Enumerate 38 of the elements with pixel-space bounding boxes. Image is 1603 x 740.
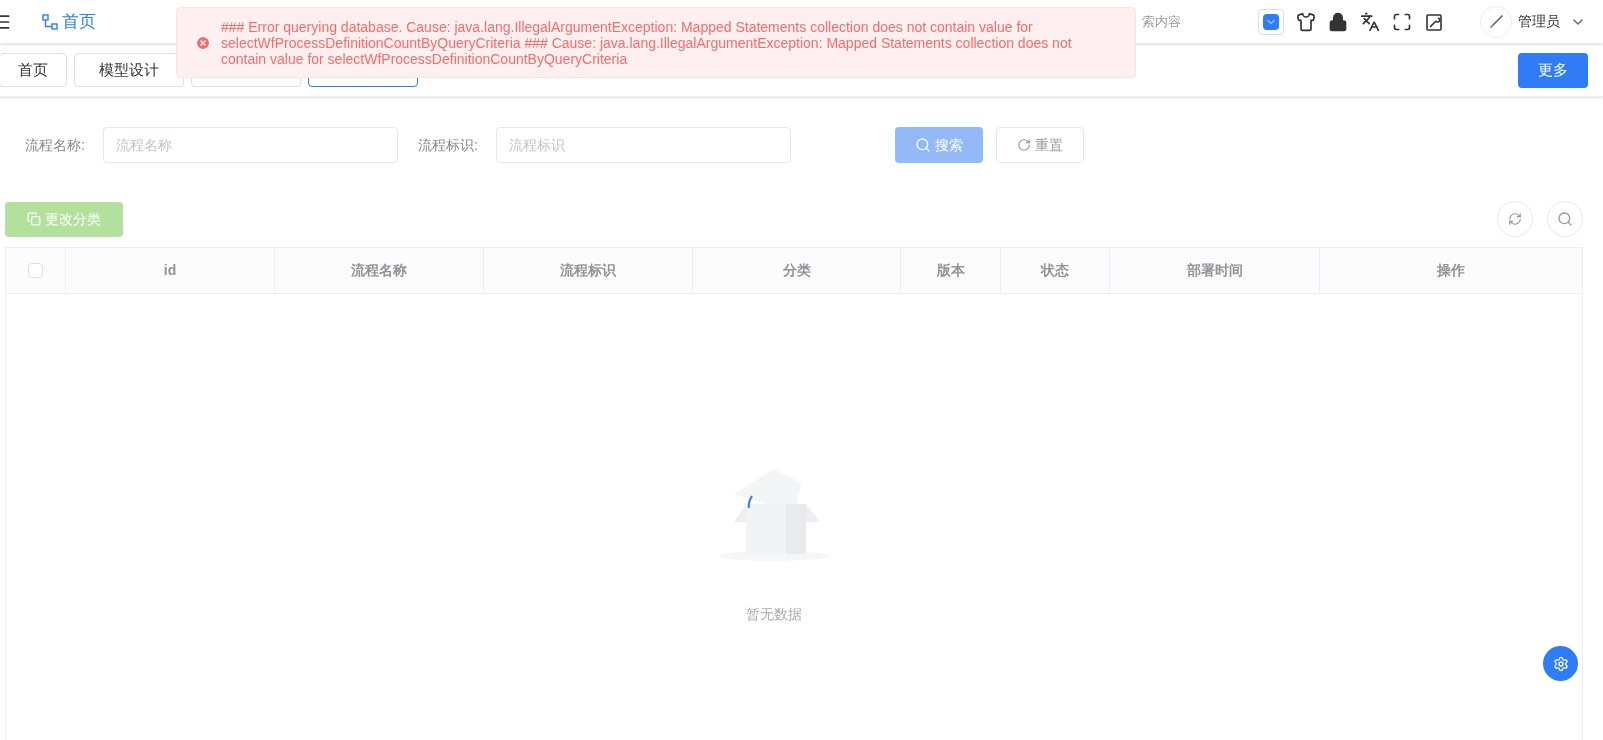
settings-icon [1552, 655, 1569, 672]
settings-button[interactable] [1543, 646, 1578, 681]
search-button[interactable]: 搜索 [895, 127, 983, 163]
reset-icon [1017, 138, 1031, 152]
shirt-icon[interactable] [1296, 11, 1316, 32]
refresh-icon [1508, 212, 1522, 226]
user-name[interactable]: 管理员 [1518, 11, 1560, 32]
column-header: 流程名称 [351, 261, 407, 280]
theme-color-picker[interactable] [1258, 8, 1284, 35]
column-header: 操作 [1437, 261, 1465, 280]
tab[interactable]: 首页 [0, 53, 67, 87]
column-header: 分类 [782, 261, 811, 280]
copy-icon [27, 212, 41, 226]
hierarchy-icon [42, 13, 58, 30]
search-icon [915, 137, 931, 153]
search-icon [1557, 211, 1573, 227]
reset-button[interactable]: 重置 [996, 127, 1084, 163]
column-header: 流程标识 [560, 261, 616, 280]
text-field[interactable]: 流程标识 [496, 127, 791, 163]
tab[interactable]: 模型设计 [74, 53, 184, 87]
lock-icon[interactable] [1328, 11, 1348, 32]
wrench-document-icon[interactable] [1424, 11, 1444, 32]
column-header: 版本 [936, 261, 965, 280]
error-icon [195, 34, 211, 51]
empty-text: 暂无数据 [746, 605, 802, 624]
column-header: 状态 [1041, 261, 1069, 280]
text-field[interactable]: 流程名称 [103, 127, 398, 163]
breadcrumb-link[interactable]: 首页 [62, 8, 96, 35]
select-all-checkbox[interactable] [28, 263, 43, 278]
translate-icon[interactable] [1360, 11, 1380, 32]
column-header: id [163, 261, 177, 280]
field-label: 流程名称: [25, 135, 86, 155]
more-button[interactable]: 更多 [1518, 52, 1588, 88]
fullscreen-icon[interactable] [1392, 11, 1412, 32]
error-message: ### Error querying database. Cause: java.lang.IllegalArgumentException: Mapped Statements collection does not contain value for selectWfProcessDefinitionCountByQueryCriteria ### Cause: java.lang.IllegalArgumentException: Mapped Statements collection does not contain value for selectWfProcessDefinitionCountByQueryCriteria [221, 18, 1073, 67]
field-label: 流程标识: [418, 135, 479, 155]
search-field[interactable]: 索内容 [1142, 11, 1238, 32]
column-header: 部署时间 [1186, 261, 1243, 280]
